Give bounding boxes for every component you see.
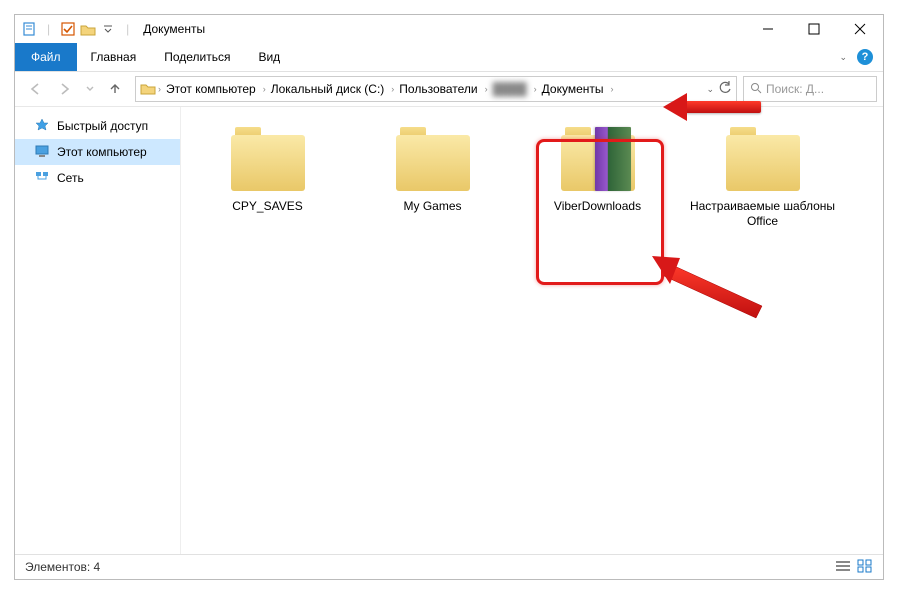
chevron-right-icon[interactable]: › xyxy=(261,84,268,94)
ribbon-expand-icon[interactable]: ⌄ xyxy=(839,52,847,63)
sidebar-item-label: Быстрый доступ xyxy=(57,119,148,133)
checkbox-icon[interactable] xyxy=(60,21,76,37)
window-controls xyxy=(745,15,883,43)
folder-item[interactable]: My Games xyxy=(350,117,515,255)
chevron-right-icon[interactable]: › xyxy=(389,84,396,94)
title-bar: | | Документы xyxy=(15,15,883,43)
sidebar-item-network[interactable]: Сеть xyxy=(15,165,180,191)
annotation-arrow-folder xyxy=(652,256,762,316)
breadcrumb-users[interactable]: Пользователи xyxy=(396,77,482,101)
folder-qat-icon[interactable] xyxy=(80,21,96,37)
sidebar-item-label: Этот компьютер xyxy=(57,145,147,159)
annotation-highlight-box xyxy=(536,139,664,285)
details-view-button[interactable] xyxy=(835,559,851,576)
breadcrumb-this-pc[interactable]: Этот компьютер xyxy=(163,77,261,101)
maximize-button[interactable] xyxy=(791,15,837,43)
navigation-pane: Быстрый доступ Этот компьютер Сеть xyxy=(15,107,181,554)
chevron-right-icon[interactable]: › xyxy=(156,84,163,94)
annotation-arrow-breadcrumb xyxy=(667,97,767,117)
search-placeholder: Поиск: Д... xyxy=(766,82,824,96)
address-bar[interactable]: › Этот компьютер › Локальный диск (C:) ›… xyxy=(135,76,737,102)
up-button[interactable] xyxy=(101,76,129,102)
refresh-icon[interactable] xyxy=(718,81,732,98)
folder-item[interactable]: CPY_SAVES xyxy=(185,117,350,255)
folder-label: CPY_SAVES xyxy=(232,199,302,214)
location-folder-icon xyxy=(140,81,156,98)
quick-access-toolbar: | | xyxy=(21,21,135,37)
monitor-icon xyxy=(35,144,49,161)
back-button[interactable] xyxy=(21,76,49,102)
forward-button[interactable] xyxy=(51,76,79,102)
tab-file[interactable]: Файл xyxy=(15,43,77,71)
tab-home[interactable]: Главная xyxy=(77,43,151,71)
sidebar-item-quick-access[interactable]: Быстрый доступ xyxy=(15,113,180,139)
tab-share[interactable]: Поделиться xyxy=(150,43,244,71)
chevron-right-icon[interactable]: › xyxy=(483,84,490,94)
minimize-button[interactable] xyxy=(745,15,791,43)
breadcrumb-documents[interactable]: Документы xyxy=(539,77,609,101)
qat-dropdown-icon[interactable] xyxy=(100,21,116,37)
folder-item[interactable]: Настраиваемые шаблоны Office xyxy=(680,117,845,255)
explorer-body: Быстрый доступ Этот компьютер Сеть CPY_S… xyxy=(15,107,883,554)
address-dropdown-icon[interactable]: ⌄ xyxy=(706,84,714,95)
recent-locations-button[interactable] xyxy=(81,76,99,102)
folder-label: Настраиваемые шаблоны Office xyxy=(688,199,838,229)
icons-view-button[interactable] xyxy=(857,559,873,576)
ribbon-tabs: Файл Главная Поделиться Вид ⌄ ? xyxy=(15,43,883,72)
folder-icon xyxy=(724,127,802,191)
close-button[interactable] xyxy=(837,15,883,43)
help-icon[interactable]: ? xyxy=(857,49,873,65)
separator: | xyxy=(120,22,135,36)
content-pane[interactable]: CPY_SAVES My Games ViberDownloads Настра… xyxy=(181,107,883,554)
network-icon xyxy=(35,170,49,187)
properties-icon[interactable] xyxy=(21,21,37,37)
window-title: Документы xyxy=(143,22,205,36)
status-item-count: Элементов: 4 xyxy=(25,560,100,574)
folder-label: My Games xyxy=(403,199,461,214)
tab-view[interactable]: Вид xyxy=(244,43,294,71)
chevron-right-icon[interactable]: › xyxy=(532,84,539,94)
sidebar-item-label: Сеть xyxy=(57,171,84,185)
chevron-right-icon[interactable]: › xyxy=(609,84,616,94)
separator: | xyxy=(41,22,56,36)
status-bar: Элементов: 4 xyxy=(15,554,883,579)
search-icon xyxy=(750,82,762,97)
breadcrumb-user-hidden[interactable]: ████ xyxy=(490,77,532,101)
star-icon xyxy=(35,118,49,135)
folder-icon xyxy=(229,127,307,191)
breadcrumb-drive[interactable]: Локальный диск (C:) xyxy=(268,77,390,101)
sidebar-item-this-pc[interactable]: Этот компьютер xyxy=(15,139,180,165)
folder-icon xyxy=(394,127,472,191)
